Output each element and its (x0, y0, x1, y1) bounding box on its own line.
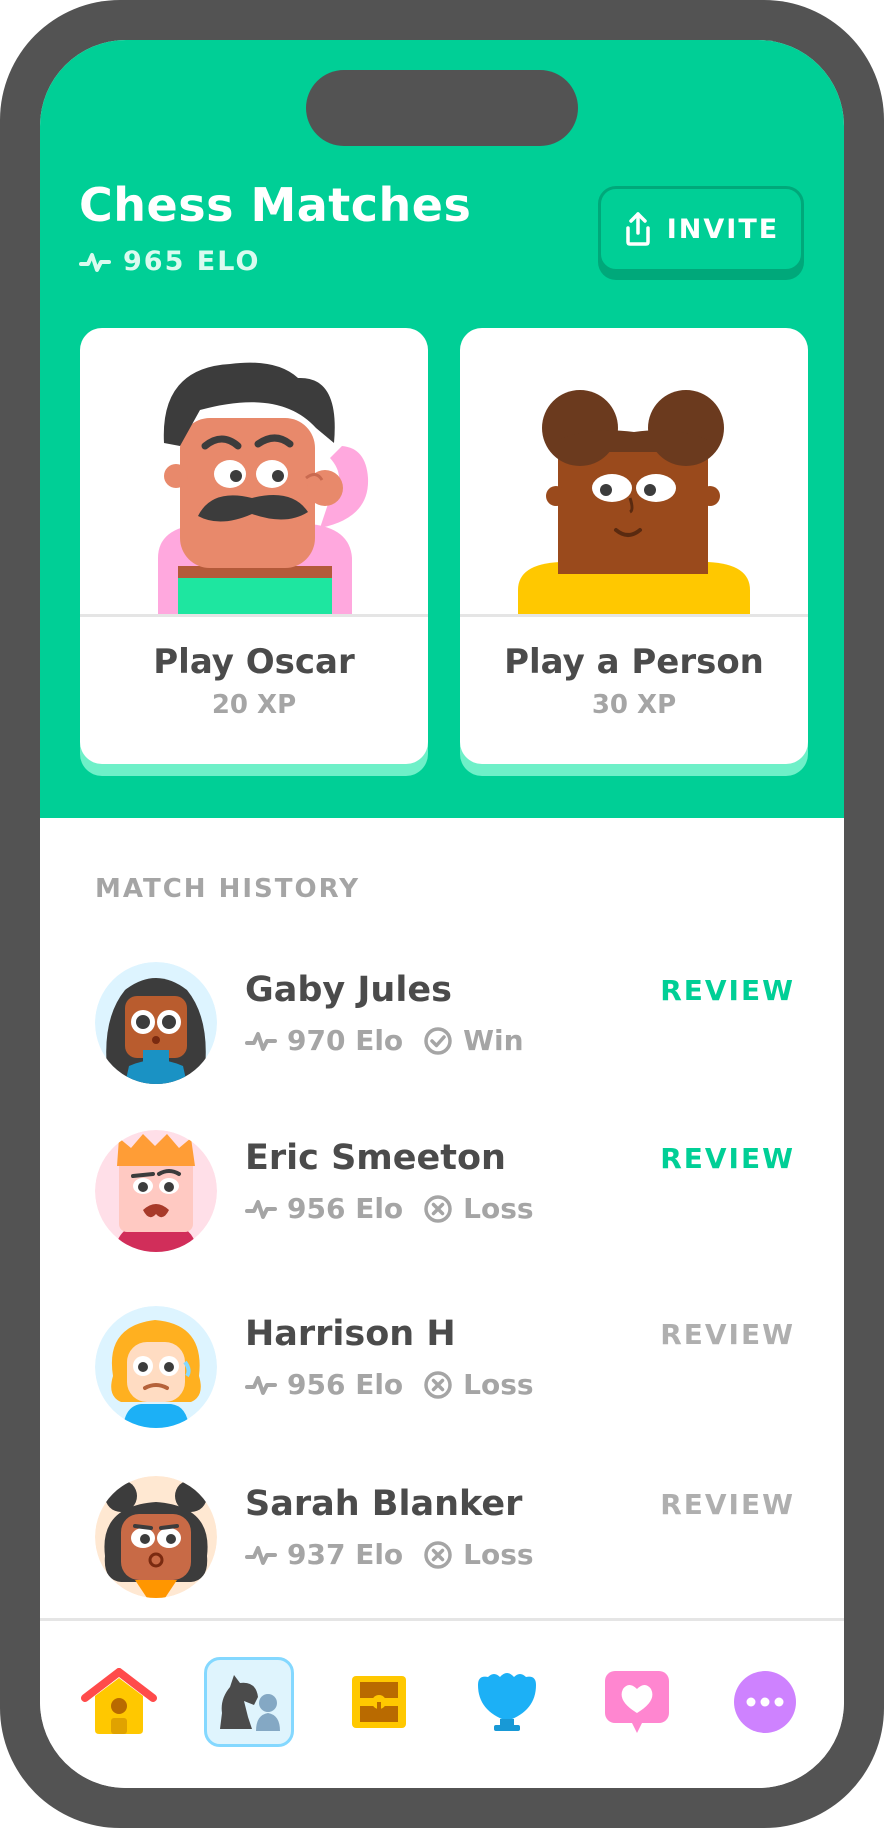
check-circle-icon (424, 1026, 452, 1055)
match-row[interactable]: Harrison H 956 Elo Loss REVIEW (95, 1306, 795, 1436)
elo-value: 965 ELO (123, 246, 261, 277)
bottom-nav (40, 1621, 844, 1788)
app-screen: Chess Matches 965 ELO INVITE Play Oscar … (40, 40, 844, 1788)
card-divider (80, 614, 428, 617)
x-circle-icon (424, 1540, 452, 1569)
nav-social[interactable] (592, 1657, 682, 1747)
avatar (95, 1306, 217, 1428)
card-label: Play a Person (504, 642, 764, 682)
invite-button[interactable]: INVITE (598, 186, 804, 272)
nav-home[interactable] (74, 1657, 164, 1747)
match-row[interactable]: Sarah Blanker 937 Elo Loss REVIEW (95, 1476, 795, 1606)
match-result: Loss (463, 1192, 534, 1225)
avatar (95, 1476, 217, 1598)
match-result: Loss (463, 1538, 534, 1571)
chess-icon (220, 1675, 280, 1731)
play-person-card[interactable]: Play a Person 30 XP (460, 328, 808, 764)
card-xp: 30 XP (591, 690, 677, 720)
opponent-name: Harrison H (245, 1314, 456, 1354)
dynamic-island (306, 70, 578, 146)
review-button[interactable]: REVIEW (660, 1142, 795, 1175)
opponent-name: Gaby Jules (245, 970, 452, 1010)
home-icon (81, 1668, 157, 1734)
opponent-elo: 970 Elo (287, 1024, 404, 1057)
shield-icon (478, 1673, 536, 1731)
nav-treasure[interactable] (334, 1657, 424, 1747)
match-meta: 970 Elo Win (245, 1024, 524, 1057)
pulse-icon (79, 252, 111, 272)
match-row[interactable]: Gaby Jules 970 Elo Win REVIEW (95, 962, 795, 1092)
share-icon (626, 212, 650, 246)
match-meta: 956 Elo Loss (245, 1368, 534, 1401)
elo-rating: 965 ELO (79, 246, 260, 277)
nav-league[interactable] (462, 1657, 552, 1747)
card-xp: 20 XP (211, 690, 297, 720)
match-meta: 937 Elo Loss (245, 1538, 534, 1571)
invite-label: INVITE (666, 213, 780, 245)
nav-more[interactable] (720, 1657, 810, 1747)
opponent-elo: 956 Elo (287, 1192, 404, 1225)
x-circle-icon (424, 1194, 452, 1223)
avatar (95, 1130, 217, 1252)
match-result: Loss (463, 1368, 534, 1401)
pulse-icon (245, 1375, 277, 1395)
treasure-chest-icon (352, 1676, 406, 1728)
card-divider (460, 614, 808, 617)
phone-frame: Chess Matches 965 ELO INVITE Play Oscar … (0, 0, 884, 1828)
match-result: Win (463, 1024, 524, 1057)
match-meta: 956 Elo Loss (245, 1192, 534, 1225)
chess-header: Chess Matches 965 ELO INVITE Play Oscar … (40, 40, 844, 818)
oscar-illustration (158, 362, 369, 616)
nav-chess[interactable] (204, 1657, 294, 1747)
more-icon (734, 1671, 796, 1733)
person-illustration (518, 390, 750, 616)
review-button[interactable]: REVIEW (660, 974, 795, 1007)
review-button[interactable]: REVIEW (660, 1488, 795, 1521)
pulse-icon (245, 1199, 277, 1219)
play-oscar-card[interactable]: Play Oscar 20 XP (80, 328, 428, 764)
opponent-name: Eric Smeeton (245, 1138, 506, 1178)
heart-chat-icon (605, 1671, 669, 1733)
page-title: Chess Matches (79, 178, 472, 232)
review-button[interactable]: REVIEW (660, 1318, 795, 1351)
section-title: MATCH HISTORY (95, 874, 361, 904)
x-circle-icon (424, 1370, 452, 1399)
card-label: Play Oscar (153, 642, 355, 682)
match-row[interactable]: Eric Smeeton 956 Elo Loss REVIEW (95, 1130, 795, 1260)
pulse-icon (245, 1031, 277, 1051)
opponent-elo: 937 Elo (287, 1538, 404, 1571)
avatar (95, 962, 217, 1084)
opponent-elo: 956 Elo (287, 1368, 404, 1401)
opponent-name: Sarah Blanker (245, 1484, 523, 1524)
pulse-icon (245, 1545, 277, 1565)
